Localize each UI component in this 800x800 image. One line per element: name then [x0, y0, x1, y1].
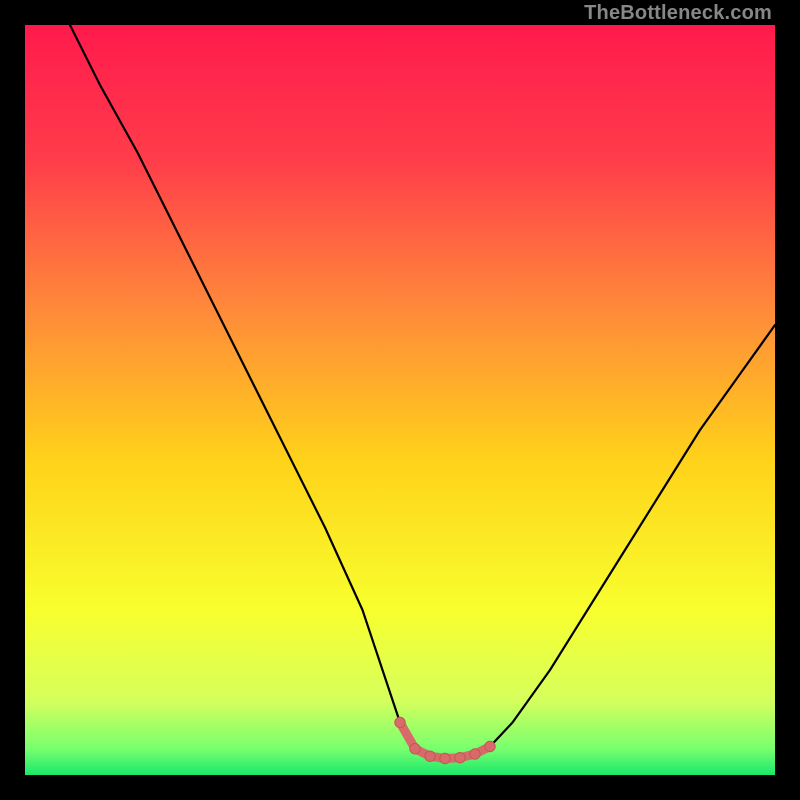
flat-region-dot	[410, 744, 420, 754]
flat-region-dot	[395, 717, 405, 727]
flat-region-dot	[425, 751, 435, 761]
chart-frame	[25, 25, 775, 775]
watermark-text: TheBottleneck.com	[584, 2, 772, 25]
flat-region-dot	[485, 741, 495, 751]
bottleneck-curve	[25, 25, 775, 775]
flat-region-dot	[455, 753, 465, 763]
flat-region-dot	[440, 753, 450, 763]
flat-region-dot	[470, 749, 480, 759]
plot-area	[25, 25, 775, 775]
